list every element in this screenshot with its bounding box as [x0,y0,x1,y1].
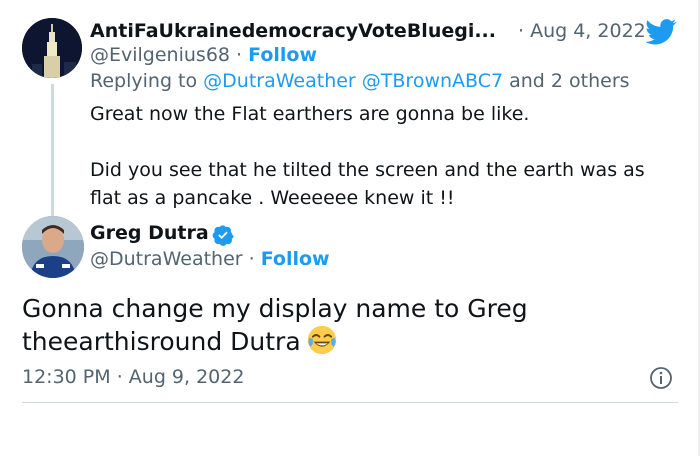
replying-prefix: Replying to [90,70,204,92]
reply-tweet-text: Great now the Flat earthers are gonna be… [90,100,670,212]
main-handle-line: @DutraWeather · Follow [90,248,330,270]
main-handle[interactable]: @DutraWeather [90,248,243,270]
main-display-name[interactable]: Greg Dutra [90,222,209,244]
reply-text-line-1: Great now the Flat earthers are gonna be… [90,103,530,125]
main-separator: · [242,248,261,270]
replying-suffix[interactable]: and 2 others [503,70,629,92]
meta-separator: · [110,366,129,388]
reply-separator: · [230,44,249,66]
bottom-divider [22,402,678,403]
main-tweet-meta: 12:30 PM · Aug 9, 2022 [22,366,244,388]
main-tweet-time[interactable]: 12:30 PM [22,366,111,388]
main-text-content: Gonna change my display name to Greg the… [22,294,528,356]
reply-follow-button[interactable]: Follow [248,44,317,66]
replying-to-tbrownabc7[interactable]: @TBrownABC7 [362,70,503,92]
thread-connector-line [51,84,54,218]
verified-badge-icon [212,224,234,246]
reply-handle-line: @Evilgenius68 · Follow [90,44,317,66]
replying-to-line: Replying to @DutraWeather @TBrownABC7 an… [90,70,630,92]
reply-date[interactable]: · Aug 4, 2022 [518,20,646,42]
reply-display-name[interactable]: AntiFaUkrainedemocracyVoteBluegi... [90,20,496,42]
twitter-bird-icon[interactable] [645,19,677,45]
reply-text-line-2: Did you see that he tilted the screen an… [90,159,645,209]
reply-tweet-header: AntiFaUkrainedemocracyVoteBluegi... · Au… [90,18,650,46]
reply-handle[interactable]: @Evilgenius68 [90,44,230,66]
info-icon[interactable] [649,366,673,390]
face-with-tears-of-joy-icon [307,325,337,355]
tweet-embed-card: AntiFaUkrainedemocracyVoteBluegi... · Au… [0,0,700,456]
main-follow-button[interactable]: Follow [261,248,330,270]
avatar-evilgenius68[interactable] [22,18,82,78]
avatar-greg-dutra[interactable] [22,216,84,278]
main-tweet-text: Gonna change my display name to Greg the… [22,293,662,358]
replying-to-dutraweather[interactable]: @DutraWeather [203,70,356,92]
main-tweet-date[interactable]: Aug 9, 2022 [129,366,245,388]
